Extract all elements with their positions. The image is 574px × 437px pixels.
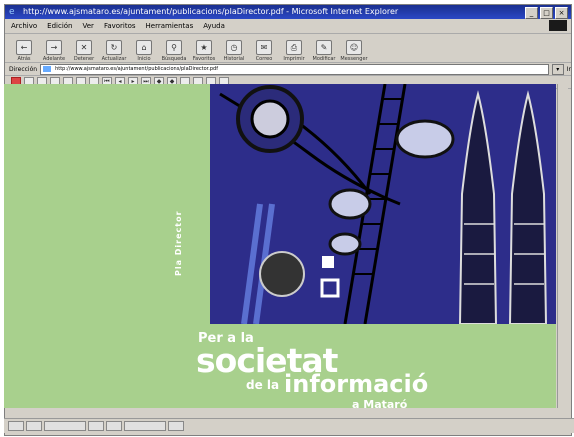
title-bar: e http://www.ajsmataro.es/ajuntament/pub… bbox=[5, 5, 571, 19]
forward-label: Adelante bbox=[42, 56, 66, 62]
stop-button[interactable]: ✕ Detener bbox=[71, 40, 97, 62]
menu-bar: Archivo Edición Ver Favoritos Herramient… bbox=[5, 19, 571, 34]
window-title: http://www.ajsmataro.es/ajuntament/publi… bbox=[23, 7, 399, 16]
mail-button[interactable]: ✉ Correo bbox=[251, 40, 277, 62]
internet-explorer-icon: e bbox=[9, 7, 15, 17]
search-label: Búsqueda bbox=[161, 56, 187, 62]
page-number-field[interactable] bbox=[44, 421, 86, 431]
status-bar bbox=[4, 418, 574, 433]
page-size-field bbox=[124, 421, 166, 431]
menu-ayuda[interactable]: Ayuda bbox=[203, 19, 225, 33]
search-button[interactable]: ⚲ Búsqueda bbox=[161, 40, 187, 62]
forward-arrow-icon: → bbox=[46, 40, 62, 55]
print-button[interactable]: ⎙ Imprimir bbox=[281, 40, 307, 62]
menu-favoritos[interactable]: Favoritos bbox=[104, 19, 136, 33]
refresh-button[interactable]: ↻ Actualizar bbox=[101, 40, 127, 62]
address-value: http://www.ajsmataro.es/ajuntament/publi… bbox=[55, 65, 218, 72]
view-mode-button[interactable] bbox=[168, 421, 184, 431]
pdf-page: Pla Director Per a la societat de la inf… bbox=[4, 84, 556, 408]
vertical-scrollbar[interactable] bbox=[557, 84, 568, 408]
history-button[interactable]: ◷ Historial bbox=[221, 40, 247, 62]
page-icon bbox=[43, 65, 52, 72]
messenger-button[interactable]: ☺ Messenger bbox=[340, 40, 368, 62]
refresh-label: Actualizar bbox=[101, 56, 127, 62]
edit-label: Modificar bbox=[312, 56, 336, 62]
edit-icon: ✎ bbox=[316, 40, 332, 55]
stop-label: Detener bbox=[73, 56, 95, 62]
menu-herramientas[interactable]: Herramientas bbox=[146, 19, 194, 33]
title-line-4: a Mataró bbox=[352, 398, 408, 408]
address-bar: Dirección http://www.ajsmataro.es/ajunta… bbox=[5, 63, 571, 76]
mail-label: Correo bbox=[255, 56, 273, 62]
history-icon: ◷ bbox=[226, 40, 242, 55]
forward-button[interactable]: → Adelante bbox=[41, 40, 67, 62]
address-label: Dirección bbox=[9, 65, 38, 73]
title-line-3a: de la bbox=[246, 378, 280, 392]
navigation-toolbar: ← Atrás → Adelante ✕ Detener ↻ Actualizar ⌂ I… bbox=[5, 34, 571, 63]
minimize-button[interactable]: _ bbox=[525, 7, 538, 19]
back-arrow-icon: ← bbox=[16, 40, 32, 55]
page-nav-next[interactable] bbox=[88, 421, 104, 431]
page-nav-prev[interactable] bbox=[26, 421, 42, 431]
page-nav-last[interactable] bbox=[106, 421, 122, 431]
favorites-label: Favoritos bbox=[192, 56, 216, 62]
windows-logo-icon bbox=[549, 20, 567, 31]
edit-button[interactable]: ✎ Modificar bbox=[311, 40, 337, 62]
home-icon: ⌂ bbox=[136, 40, 152, 55]
home-button[interactable]: ⌂ Inicio bbox=[131, 40, 157, 62]
print-label: Imprimir bbox=[283, 56, 305, 62]
back-button[interactable]: ← Atrás bbox=[11, 40, 37, 62]
refresh-icon: ↻ bbox=[106, 40, 122, 55]
messenger-icon: ☺ bbox=[346, 40, 362, 55]
favorites-icon: ★ bbox=[196, 40, 212, 55]
cover-illustration bbox=[210, 84, 556, 324]
search-icon: ⚲ bbox=[166, 40, 182, 55]
favorites-button[interactable]: ★ Favoritos bbox=[191, 40, 217, 62]
home-label: Inicio bbox=[137, 56, 151, 62]
menu-ver[interactable]: Ver bbox=[83, 19, 94, 33]
pla-director-label: Pla Director bbox=[174, 210, 183, 276]
chevron-down-icon[interactable]: ▾ bbox=[551, 63, 564, 75]
close-button[interactable]: × bbox=[555, 7, 568, 19]
address-input[interactable]: http://www.ajsmataro.es/ajuntament/publi… bbox=[40, 63, 549, 75]
stop-icon: ✕ bbox=[76, 40, 92, 55]
menu-archivo[interactable]: Archivo bbox=[11, 19, 37, 33]
go-button[interactable]: Ir bbox=[567, 66, 571, 73]
artwork-svg bbox=[210, 84, 556, 324]
messenger-label: Messenger bbox=[340, 56, 368, 62]
maximize-button[interactable]: □ bbox=[540, 7, 553, 19]
back-label: Atrás bbox=[17, 56, 31, 62]
print-icon: ⎙ bbox=[286, 40, 302, 55]
mail-icon: ✉ bbox=[256, 40, 272, 55]
page-nav-first[interactable] bbox=[8, 421, 24, 431]
history-label: Historial bbox=[223, 56, 245, 62]
window-controls: _ □ × bbox=[525, 7, 568, 19]
title-line-3b: informació bbox=[284, 370, 429, 398]
menu-edicion[interactable]: Edición bbox=[47, 19, 72, 33]
